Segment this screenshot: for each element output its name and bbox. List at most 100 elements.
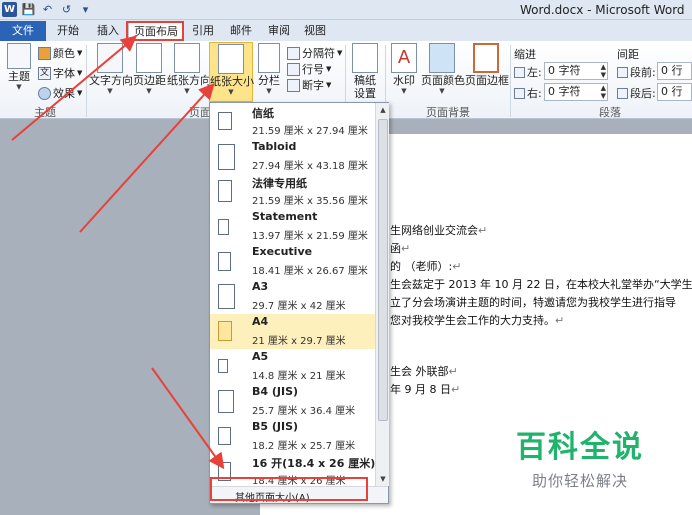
page-icon xyxy=(218,112,232,130)
paper-size-item-a5[interactable]: A5 14.8 厘米 x 21 厘米 xyxy=(210,349,375,384)
paper-size-item-b4-jis[interactable]: B4 (JIS) 25.7 厘米 x 36.4 厘米 xyxy=(210,384,375,419)
themes-button[interactable]: 主题 ▼ xyxy=(4,43,34,91)
theme-effects-button[interactable]: 效果 ▼ xyxy=(38,85,82,101)
page-icon xyxy=(218,252,231,271)
effects-icon xyxy=(38,86,51,100)
indent-right-icon xyxy=(514,87,525,99)
group-label-page-background: 页面背景 xyxy=(426,106,470,119)
document-line: 您对我校学生会工作的大力支持。↵ xyxy=(390,314,565,327)
theme-fonts-button[interactable]: 文字体 ▼ xyxy=(38,65,82,81)
text-direction-icon xyxy=(97,43,123,73)
document-line: 生会 外联部↵ xyxy=(390,365,458,378)
page-color-button[interactable]: 页面颜色 ▼ xyxy=(421,43,465,95)
themes-icon xyxy=(7,43,31,69)
paper-size-dropdown: 信纸 21.59 厘米 x 27.94 厘米 Tabloid 27.94 厘米 … xyxy=(209,102,389,504)
tab-file[interactable]: 文件 xyxy=(0,21,46,41)
chevron-down-icon: ▼ xyxy=(228,88,234,96)
scroll-up-icon[interactable]: ▲ xyxy=(377,104,389,116)
watermark-icon: A xyxy=(391,43,417,73)
paper-size-item-legal[interactable]: 法律专用纸 21.59 厘米 x 35.56 厘米 xyxy=(210,174,375,209)
paper-size-item-executive[interactable]: Executive 18.41 厘米 x 26.67 厘米 xyxy=(210,244,375,279)
spacing-after-icon xyxy=(617,87,628,99)
spin-arrows-icon[interactable]: ▲ ▼ xyxy=(601,63,606,79)
columns-button[interactable]: 分栏 ▼ xyxy=(256,43,282,95)
document-line: 的 （老师）:↵ xyxy=(390,260,462,273)
paper-size-item-tabloid[interactable]: Tabloid 27.94 厘米 x 43.18 厘米 xyxy=(210,139,375,174)
watermark-button[interactable]: A 水印 ▼ xyxy=(390,43,418,95)
spin-arrows-icon[interactable]: ▲ ▼ xyxy=(601,84,606,100)
page-icon xyxy=(218,284,235,309)
spacing-after-label: 段后: xyxy=(617,85,656,101)
tab-insert[interactable]: 插入 xyxy=(90,22,126,41)
page-borders-button[interactable]: 页面边框 xyxy=(465,43,509,87)
undo-icon[interactable]: ↶ xyxy=(40,2,55,17)
spacing-before-stepper[interactable]: 0 行 xyxy=(657,62,692,80)
tab-review[interactable]: 审阅 xyxy=(262,22,296,41)
text-direction-button[interactable]: 文字方向 ▼ xyxy=(89,43,133,95)
theme-colors-button[interactable]: 颜色 ▼ xyxy=(38,45,82,61)
paper-size-item-a4[interactable]: A4 21 厘米 x 29.7 厘米 xyxy=(210,314,375,349)
group-label-themes: 主题 xyxy=(34,106,56,119)
tab-references[interactable]: 引用 xyxy=(186,22,220,41)
breaks-icon xyxy=(287,46,300,60)
tab-home[interactable]: 开始 xyxy=(50,22,86,41)
orientation-button[interactable]: 纸张方向 ▼ xyxy=(167,43,211,95)
page-icon xyxy=(218,144,235,170)
highlight-more-sizes xyxy=(210,477,368,501)
spacing-label: 间距 xyxy=(617,48,639,61)
paper-size-item-letter[interactable]: 信纸 21.59 厘米 x 27.94 厘米 xyxy=(210,104,375,139)
redo-icon[interactable]: ↺ xyxy=(59,2,74,17)
indent-left-label: 左: xyxy=(514,64,542,80)
indent-right-label: 右: xyxy=(514,85,542,101)
document-line: 立了分会场演讲主题的时间，特邀请您为我校学生进行指导 xyxy=(390,296,676,309)
columns-icon xyxy=(258,43,280,73)
window-title: Word.docx - Microsoft Word xyxy=(520,3,685,17)
title-bar: W 💾 ↶ ↺ ▾ Word.docx - Microsoft Word xyxy=(0,0,692,20)
document-line: 生网络创业交流会↵ xyxy=(390,224,488,237)
line-numbers-button[interactable]: 行号 ▼ xyxy=(287,61,331,77)
document-line: 生会兹定于 2013 年 10 月 22 日，在本校大礼堂举办“大学生 xyxy=(390,278,692,291)
scroll-down-icon[interactable]: ▼ xyxy=(377,473,389,485)
palette-icon xyxy=(38,46,51,60)
highlight-tab-page-layout xyxy=(126,21,184,41)
spacing-after-stepper[interactable]: 0 行 xyxy=(657,83,692,101)
hyphenation-button[interactable]: 断字 ▼ xyxy=(287,77,331,93)
quick-access-toolbar: W 💾 ↶ ↺ ▾ xyxy=(2,2,93,17)
page-icon xyxy=(218,219,229,235)
page-icon xyxy=(218,321,232,341)
scrollbar-thumb[interactable] xyxy=(378,119,388,421)
group-label-paragraph: 段落 xyxy=(599,106,621,119)
breaks-button[interactable]: 分隔符 ▼ xyxy=(287,45,342,61)
page-icon xyxy=(218,359,228,373)
spacing-before-icon xyxy=(617,66,628,78)
page-icon xyxy=(218,427,231,445)
page-icon xyxy=(218,390,234,413)
indent-left-stepper[interactable]: 0 字符 ▲ ▼ xyxy=(544,62,608,80)
paper-size-item-a3[interactable]: A3 29.7 厘米 x 42 厘米 xyxy=(210,279,375,314)
document-line: 年 9 月 8 日↵ xyxy=(390,383,461,396)
manuscript-button[interactable]: 稿纸 设置 xyxy=(350,43,380,100)
word-app-icon[interactable]: W xyxy=(2,2,17,17)
margins-button[interactable]: 页边距 ▼ xyxy=(133,43,166,95)
paper-size-item-b5-jis[interactable]: B5 (JIS) 18.2 厘米 x 25.7 厘米 xyxy=(210,419,375,454)
group-separator xyxy=(86,45,87,117)
document-line: 函↵ xyxy=(390,242,411,255)
ribbon-tabs: 文件 开始 插入 页面布局 引用 邮件 审阅 视图 xyxy=(0,20,692,41)
chevron-down-icon: ▼ xyxy=(16,83,22,91)
page-borders-icon xyxy=(473,43,499,73)
indent-right-stepper[interactable]: 0 字符 ▲ ▼ xyxy=(544,83,608,101)
indent-label: 缩进 xyxy=(514,48,536,61)
hyphenation-icon xyxy=(287,78,300,92)
customize-icon[interactable]: ▾ xyxy=(78,2,93,17)
site-watermark: 百科全说 助你轻松解决 xyxy=(516,430,644,490)
save-icon[interactable]: 💾 xyxy=(21,2,36,17)
page-color-icon xyxy=(429,43,455,73)
paper-size-icon xyxy=(218,44,244,74)
font-icon: 文 xyxy=(38,66,51,80)
paper-size-item-statement[interactable]: Statement 13.97 厘米 x 21.59 厘米 xyxy=(210,209,375,244)
dropdown-scrollbar[interactable]: ▲ ▼ xyxy=(375,103,389,486)
paper-size-button[interactable]: 纸张大小 ▼ xyxy=(209,42,254,102)
tab-mailings[interactable]: 邮件 xyxy=(224,22,258,41)
page-icon xyxy=(218,180,232,202)
tab-view[interactable]: 视图 xyxy=(298,22,332,41)
